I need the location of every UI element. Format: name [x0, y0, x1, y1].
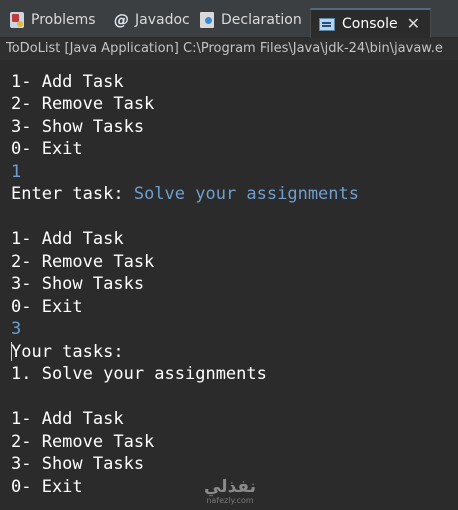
menu-line: 1- Add Task [11, 229, 124, 249]
menu-line: 0- Exit [11, 297, 83, 317]
enter-task-line: Enter task: Solve your assignments [11, 183, 359, 205]
watermark-logo: نفذلي [203, 477, 257, 497]
menu-line: 3- Show Tasks [11, 274, 145, 294]
tab-console[interactable]: Console ✕ [310, 8, 431, 38]
close-icon[interactable]: ✕ [407, 16, 420, 32]
watermark: نفذلي nafezly.com [200, 478, 260, 508]
menu-line: 3- Show Tasks [11, 117, 145, 137]
user-input-line: 1 [11, 162, 22, 182]
menu-line: 1- Add Task [11, 72, 124, 92]
menu-line: 0- Exit [11, 139, 83, 159]
tab-javadoc[interactable]: @ Javadoc [114, 6, 190, 34]
declaration-icon [200, 12, 214, 28]
problems-icon [10, 12, 24, 28]
tab-console-label: Console [342, 16, 398, 32]
your-tasks-header: Your tasks: [11, 342, 124, 362]
menu-line: 2- Remove Task [11, 432, 155, 452]
console-icon [319, 17, 335, 31]
menu-line: 1- Add Task [11, 409, 124, 429]
console-output[interactable]: 1- Add Task 2- Remove Task 3- Show Tasks… [0, 60, 458, 510]
menu-line: 3- Show Tasks [11, 454, 145, 474]
menu-line: 0- Exit [11, 477, 83, 497]
entered-task-text: Solve your assignments [133, 184, 359, 204]
watermark-url: nafezly.com [206, 496, 254, 505]
tab-problems[interactable]: Problems [10, 6, 96, 34]
task-list-item: 1. Solve your assignments [11, 364, 267, 384]
tab-problems-label: Problems [31, 12, 96, 28]
menu-line: 2- Remove Task [11, 252, 155, 272]
tab-javadoc-label: Javadoc [135, 12, 190, 28]
menu-line: 2- Remove Task [11, 94, 155, 114]
javadoc-icon: @ [114, 10, 129, 29]
enter-task-prompt: Enter task: [11, 184, 134, 204]
tab-declaration[interactable]: Declaration [200, 6, 302, 34]
view-tab-bar: Problems @ Javadoc Declaration Console ✕ [0, 0, 458, 38]
user-input-line: 3 [11, 319, 22, 339]
launch-description: ToDoList [Java Application] C:\Program F… [0, 38, 458, 60]
tab-declaration-label: Declaration [221, 12, 302, 28]
